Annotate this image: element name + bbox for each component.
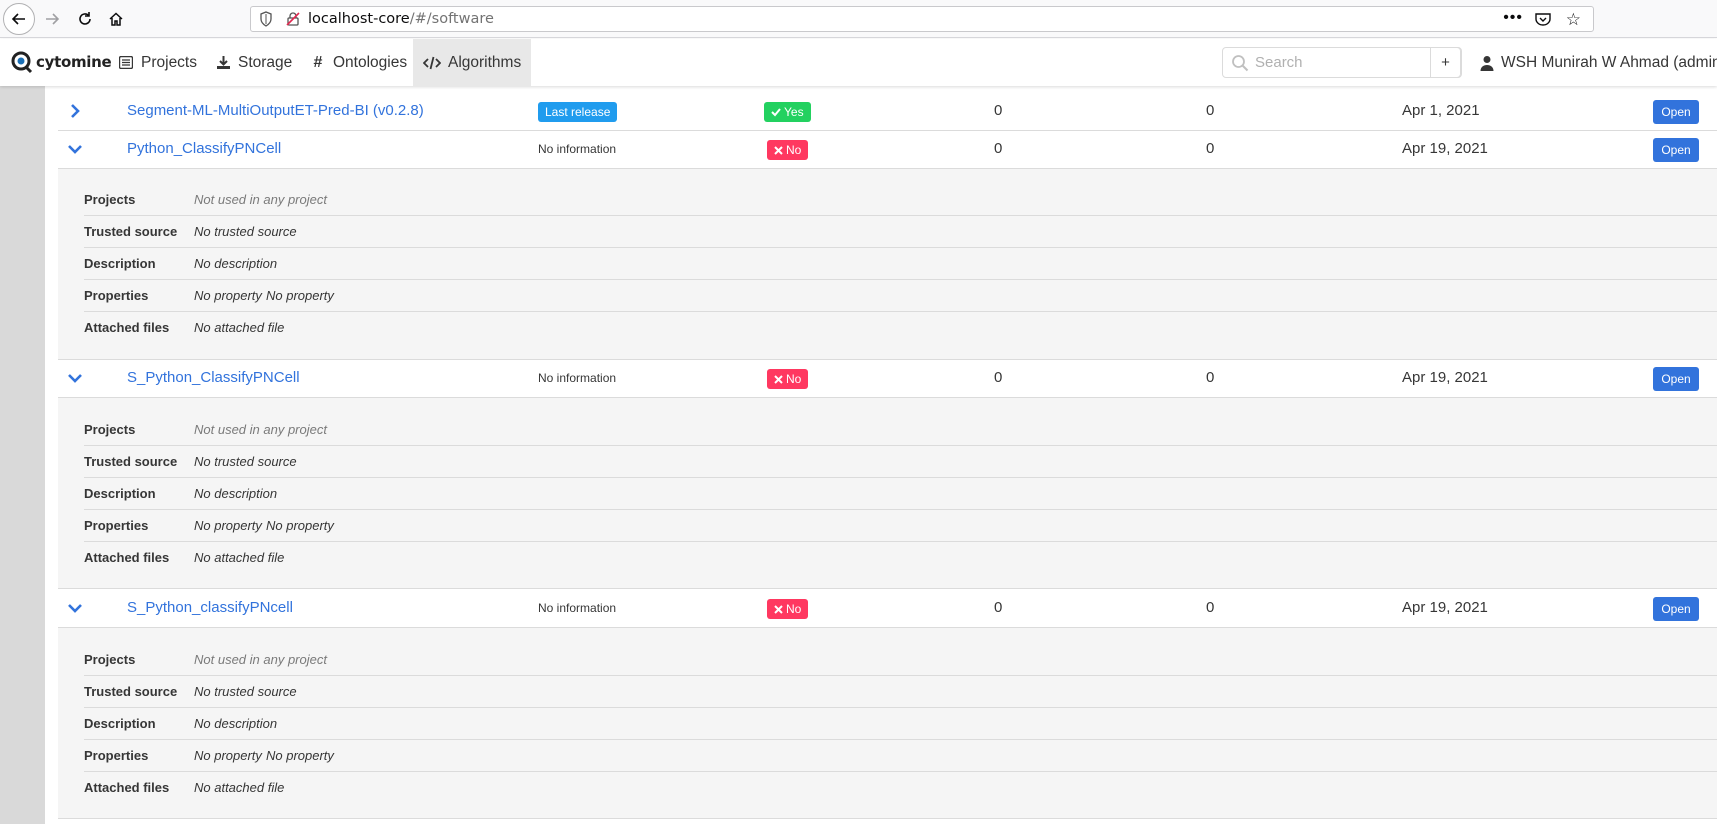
detail-row-attached-files: Attached files No attached file — [84, 320, 285, 335]
download-icon — [215, 55, 231, 71]
home-icon — [109, 12, 123, 26]
search-input[interactable] — [1255, 48, 1425, 77]
release-status-tag: Last release — [538, 102, 618, 122]
search-box: + — [1222, 47, 1462, 78]
code-icon — [423, 55, 441, 71]
search-icon — [1232, 55, 1249, 72]
open-button[interactable]: Open — [1653, 597, 1699, 621]
chevron-down-icon[interactable] — [66, 599, 84, 617]
pocket-icon[interactable] — [1535, 12, 1551, 26]
algorithm-details: Projects Not used in any project Trusted… — [58, 628, 1717, 819]
chevron-down-icon[interactable] — [66, 369, 84, 387]
nav-algorithms[interactable]: Algorithms — [413, 39, 532, 86]
browser-toolbar: localhost-core/#/software ••• ☆ — [0, 0, 1717, 38]
nav-ontologies[interactable]: # Ontologies — [300, 39, 417, 86]
algorithm-date: Apr 19, 2021 — [1402, 369, 1488, 386]
shield-icon[interactable] — [259, 11, 273, 27]
detail-row-projects: Projects Not used in any project — [84, 414, 1717, 446]
back-button[interactable] — [3, 3, 35, 35]
open-button[interactable]: Open — [1653, 100, 1699, 124]
detail-row-description: Description No description — [84, 478, 1717, 510]
logo-icon — [11, 51, 33, 74]
detail-row-attached-files: Attached files No attached file — [84, 550, 285, 565]
check-icon — [771, 108, 781, 117]
chevron-right-icon[interactable] — [66, 102, 84, 120]
detail-row-projects: Projects Not used in any project — [84, 644, 1717, 676]
algorithm-details: Projects Not used in any project Trusted… — [58, 398, 1717, 589]
list-icon — [118, 55, 134, 71]
algorithm-row: S_Python_ClassifyPNCell No information N… — [58, 360, 1717, 398]
algorithm-name-link[interactable]: Python_ClassifyPNCell — [127, 140, 281, 157]
algorithm-date: Apr 19, 2021 — [1402, 599, 1488, 616]
algorithm-date: Apr 19, 2021 — [1402, 140, 1488, 157]
algorithm-row: Segment-ML-MultiOutputET-Pred-BI (v0.2.8… — [58, 93, 1717, 131]
detail-row-description: Description No description — [84, 708, 1717, 740]
page-actions-icon[interactable]: ••• — [1503, 9, 1523, 27]
nav-storage[interactable]: Storage — [205, 39, 302, 86]
app-navbar: cytomine Projects Storage # Ontologies A… — [0, 39, 1717, 86]
cytomine-logo[interactable]: cytomine — [10, 50, 112, 74]
x-icon — [774, 145, 783, 155]
trusted-no-tag: No — [767, 369, 809, 389]
bookmark-star-icon[interactable]: ☆ — [1566, 10, 1581, 30]
release-status-text: No information — [538, 142, 617, 156]
trusted-no-tag: No — [767, 599, 809, 619]
open-button[interactable]: Open — [1653, 367, 1699, 391]
url-bar[interactable]: localhost-core/#/software ••• ☆ — [250, 6, 1594, 32]
user-icon — [1480, 55, 1494, 71]
add-button[interactable]: + — [1430, 47, 1461, 78]
detail-row-properties: Properties No property No property — [84, 740, 1717, 772]
detail-row-trusted-source: Trusted source No trusted source — [84, 216, 1717, 248]
algorithm-date: Apr 1, 2021 — [1402, 102, 1480, 119]
open-button[interactable]: Open — [1653, 138, 1699, 162]
algorithm-count-a: 0 — [994, 102, 1003, 119]
algorithm-count-a: 0 — [994, 599, 1003, 616]
user-menu[interactable]: WSH Munirah W Ahmad (admin) — [1480, 39, 1717, 86]
trusted-no-tag: No — [767, 140, 809, 160]
forward-button[interactable] — [37, 4, 67, 34]
reload-button[interactable] — [70, 4, 100, 34]
detail-row-description: Description No description — [84, 248, 1717, 280]
hashtag-icon: # — [313, 53, 323, 71]
x-icon — [774, 604, 783, 614]
x-icon — [774, 374, 783, 384]
detail-row-projects: Projects Not used in any project — [84, 184, 1717, 216]
algorithm-row: S_Python_classifyPNcell No information N… — [58, 590, 1717, 628]
algorithm-count-a: 0 — [994, 369, 1003, 386]
trusted-yes-tag: Yes — [764, 102, 811, 122]
algorithm-count-a: 0 — [994, 140, 1003, 157]
algorithm-count-b: 0 — [1206, 102, 1215, 119]
insecure-lock-icon[interactable] — [286, 12, 300, 26]
url-text[interactable]: localhost-core/#/software — [308, 11, 494, 27]
algorithm-name-link[interactable]: Segment-ML-MultiOutputET-Pred-BI (v0.2.8… — [127, 102, 424, 119]
detail-row-trusted-source: Trusted source No trusted source — [84, 446, 1717, 478]
algorithm-count-b: 0 — [1206, 140, 1215, 157]
algorithm-details: Projects Not used in any project Trusted… — [58, 169, 1717, 360]
algorithm-count-b: 0 — [1206, 369, 1215, 386]
release-status-text: No information — [538, 601, 617, 615]
detail-row-properties: Properties No property No property — [84, 280, 1717, 312]
reload-icon — [79, 12, 91, 25]
home-button[interactable] — [101, 4, 131, 34]
algorithm-name-link[interactable]: S_Python_ClassifyPNCell — [127, 369, 300, 386]
detail-row-attached-files: Attached files No attached file — [84, 780, 285, 795]
detail-row-trusted-source: Trusted source No trusted source — [84, 676, 1717, 708]
detail-row-properties: Properties No property No property — [84, 510, 1717, 542]
algorithm-name-link[interactable]: S_Python_classifyPNcell — [127, 599, 293, 616]
release-status-text: No information — [538, 371, 617, 385]
algorithm-count-b: 0 — [1206, 599, 1215, 616]
algorithm-row: Python_ClassifyPNCell No information No … — [58, 131, 1717, 169]
arrow-right-icon — [46, 13, 60, 25]
chevron-down-icon[interactable] — [66, 140, 84, 158]
arrow-left-icon — [11, 13, 25, 25]
nav-projects[interactable]: Projects — [108, 39, 207, 86]
